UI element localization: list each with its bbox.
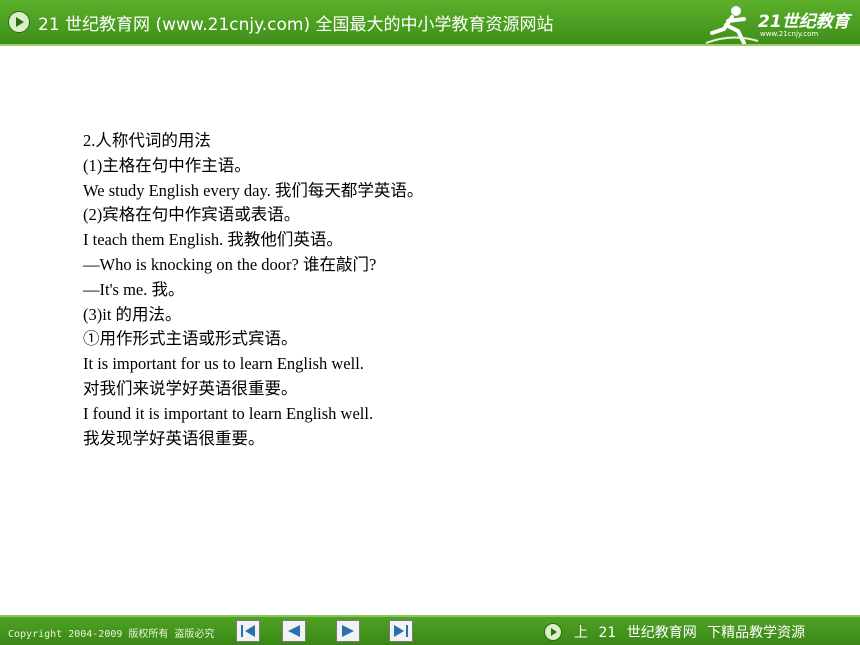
previous-slide-button[interactable] [282, 620, 306, 642]
logo-text: 21世纪教育 [758, 12, 850, 32]
copyright-text: Copyright 2004-2009 版权所有 盗版必究 [8, 629, 215, 640]
first-slide-button[interactable] [236, 620, 260, 642]
text-line: (2)宾格在句中作宾语或表语。 [83, 205, 301, 225]
text-line: —It's me. 我。 [83, 279, 185, 299]
last-slide-button[interactable] [389, 620, 413, 642]
text-line: (3)it 的用法。 [83, 304, 182, 324]
play-icon [8, 11, 30, 33]
text-line: —Who is knocking on the door? 谁在敲门? [83, 254, 377, 274]
text-line: We study English every day. 我们每天都学英语。 [83, 180, 424, 200]
heading-line: 2.人称代词的用法 [83, 131, 211, 150]
text-line: I teach them English. 我教他们英语。 [83, 230, 343, 250]
text-line: 我发现学好英语很重要。 [83, 428, 265, 448]
play-icon [544, 623, 562, 641]
header-bar: 21 世纪教育网 (www.21cnjy.com) 全国最大的中小学教育资源网站… [0, 0, 860, 47]
runner-icon [705, 6, 759, 45]
first-icon [241, 625, 255, 637]
text-line: It is important for us to learn English … [83, 354, 364, 374]
text-line: I found it is important to learn English… [83, 403, 374, 423]
last-icon [394, 625, 408, 637]
site-logo[interactable]: 21世纪教育 www.21cnjy.com [704, 3, 854, 47]
text-line: 对我们来说学好英语很重要。 [83, 378, 298, 398]
header-divider [0, 44, 860, 46]
site-title: 21 世纪教育网 (www.21cnjy.com) 全国最大的中小学教育资源网站 [38, 15, 554, 35]
text-line: (1)主格在句中作主语。 [83, 155, 251, 175]
slide-content: 2.人称代词的用法 (1)主格在句中作主语。 We study English … [83, 129, 783, 451]
previous-icon [288, 625, 300, 637]
next-icon [342, 625, 354, 637]
footer-bar: Copyright 2004-2009 版权所有 盗版必究 上 21 世纪教育网… [0, 617, 860, 645]
footer-slogan: 上 21 世纪教育网 下精品教学资源 [574, 625, 806, 641]
logo-url: www.21cnjy.com [760, 30, 819, 38]
text-line: ①用作形式主语或形式宾语。 [83, 329, 298, 349]
next-slide-button[interactable] [336, 620, 360, 642]
